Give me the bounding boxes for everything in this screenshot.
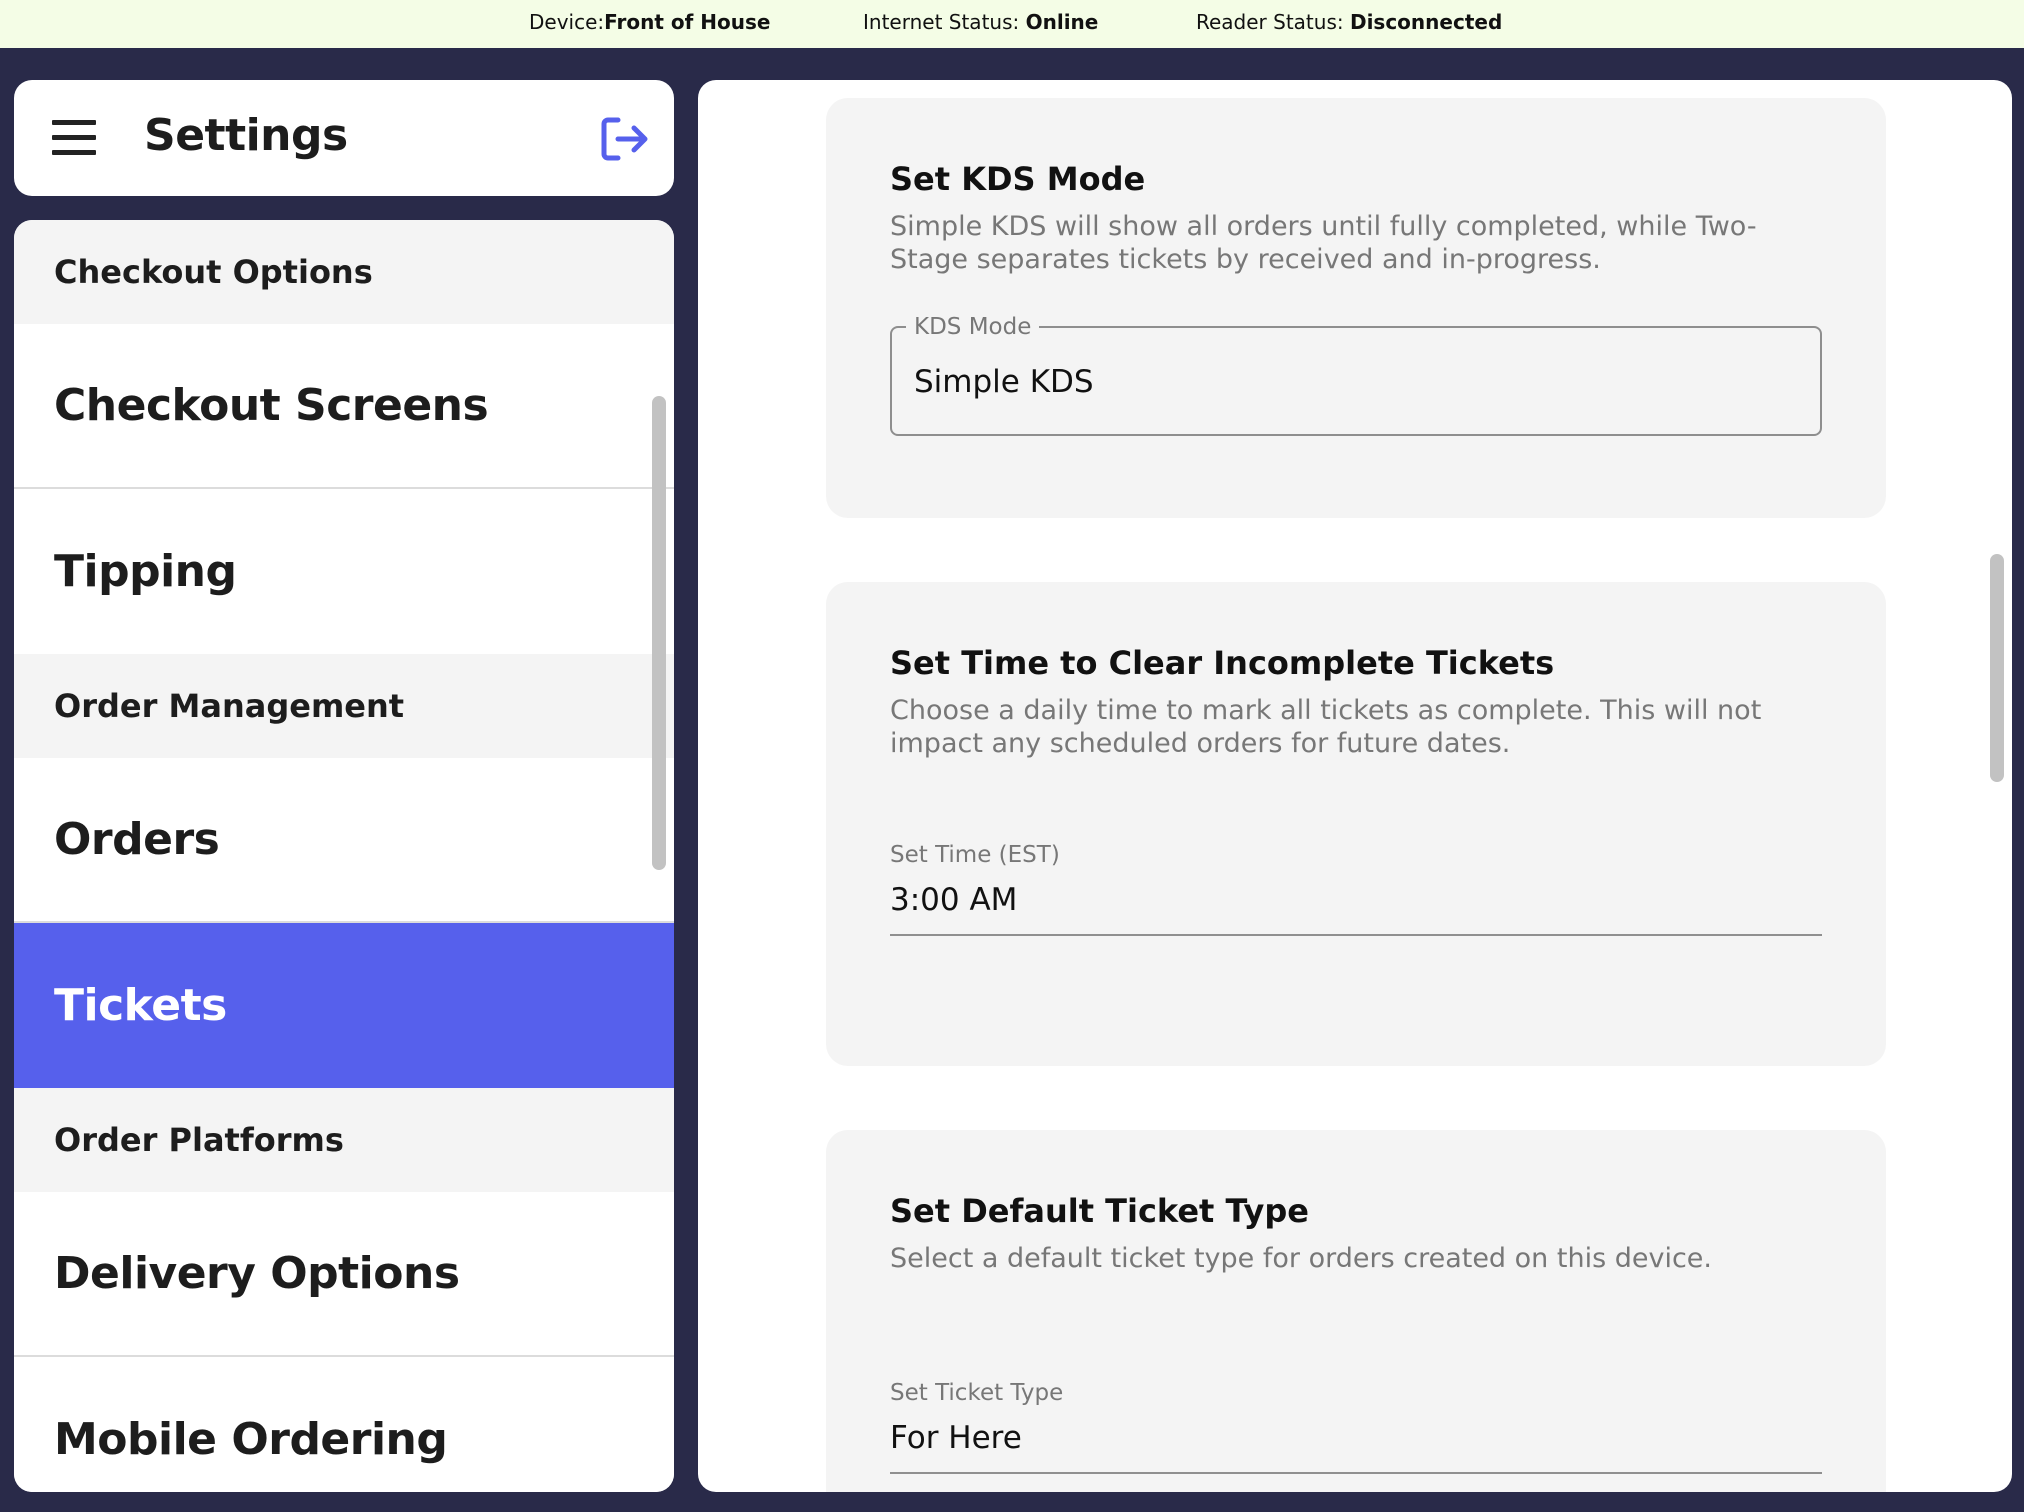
internet-status: Internet Status: Online [863, 0, 1098, 48]
nav-item-mobile-ordering[interactable]: Mobile Ordering [14, 1357, 674, 1492]
kds-mode-value: Simple KDS [914, 364, 1094, 400]
nav-item-tickets[interactable]: Tickets [14, 923, 674, 1088]
settings-content: Set KDS Mode Simple KDS will show all or… [698, 80, 2012, 1492]
reader-status-label: Reader Status: [1196, 10, 1350, 34]
clear-time-input[interactable]: 3:00 AM [890, 882, 1017, 918]
ticket-type-description: Select a default ticket type for orders … [890, 1243, 1712, 1274]
ticket-type-underline [890, 1472, 1822, 1474]
nav-section-checkout-options: Checkout Options [14, 220, 674, 324]
kds-mode-select[interactable]: KDS Mode Simple KDS [890, 314, 1822, 436]
device-status-label: Device: [529, 10, 605, 34]
internet-status-value: Online [1025, 10, 1099, 34]
clear-time-title: Set Time to Clear Incomplete Tickets [890, 644, 1555, 682]
status-bar: Device:Front of House Internet Status: O… [0, 0, 2024, 48]
ticket-type-label: Set Ticket Type [890, 1380, 1064, 1406]
nav-section-order-platforms: Order Platforms [14, 1088, 674, 1192]
ticket-type-select[interactable]: For Here [890, 1420, 1022, 1456]
settings-header: Settings [14, 80, 674, 196]
nav-scrollbar[interactable] [652, 396, 666, 870]
kds-mode-card: Set KDS Mode Simple KDS will show all or… [826, 98, 1886, 518]
nav-item-orders[interactable]: Orders [14, 758, 674, 923]
ticket-type-card: Set Default Ticket Type Select a default… [826, 1130, 1886, 1492]
clear-time-underline [890, 934, 1822, 936]
nav-item-checkout-screens[interactable]: Checkout Screens [14, 324, 674, 489]
clear-time-label: Set Time (EST) [890, 842, 1060, 868]
internet-status-label: Internet Status: [863, 10, 1026, 34]
clear-time-description: Choose a daily time to mark all tickets … [890, 695, 1762, 759]
nav-item-tipping[interactable]: Tipping [14, 489, 674, 654]
hamburger-menu-icon[interactable] [52, 120, 96, 156]
reader-status-value: Disconnected [1349, 10, 1503, 34]
device-status: Device:Front of House [529, 0, 770, 48]
page-title: Settings [144, 110, 348, 161]
settings-nav: Checkout Options Checkout Screens Tippin… [14, 220, 674, 1492]
nav-section-order-management: Order Management [14, 654, 674, 758]
nav-item-delivery-options[interactable]: Delivery Options [14, 1192, 674, 1357]
kds-mode-description: Simple KDS will show all orders until fu… [890, 211, 1757, 275]
kds-mode-label: KDS Mode [906, 314, 1040, 340]
kds-mode-title: Set KDS Mode [890, 160, 1146, 198]
logout-icon[interactable] [598, 112, 652, 166]
clear-time-card: Set Time to Clear Incomplete Tickets Cho… [826, 582, 1886, 1066]
ticket-type-title: Set Default Ticket Type [890, 1192, 1309, 1230]
content-scrollbar[interactable] [1990, 554, 2004, 782]
device-status-value: Front of House [604, 10, 771, 34]
reader-status: Reader Status: Disconnected [1196, 0, 1502, 48]
